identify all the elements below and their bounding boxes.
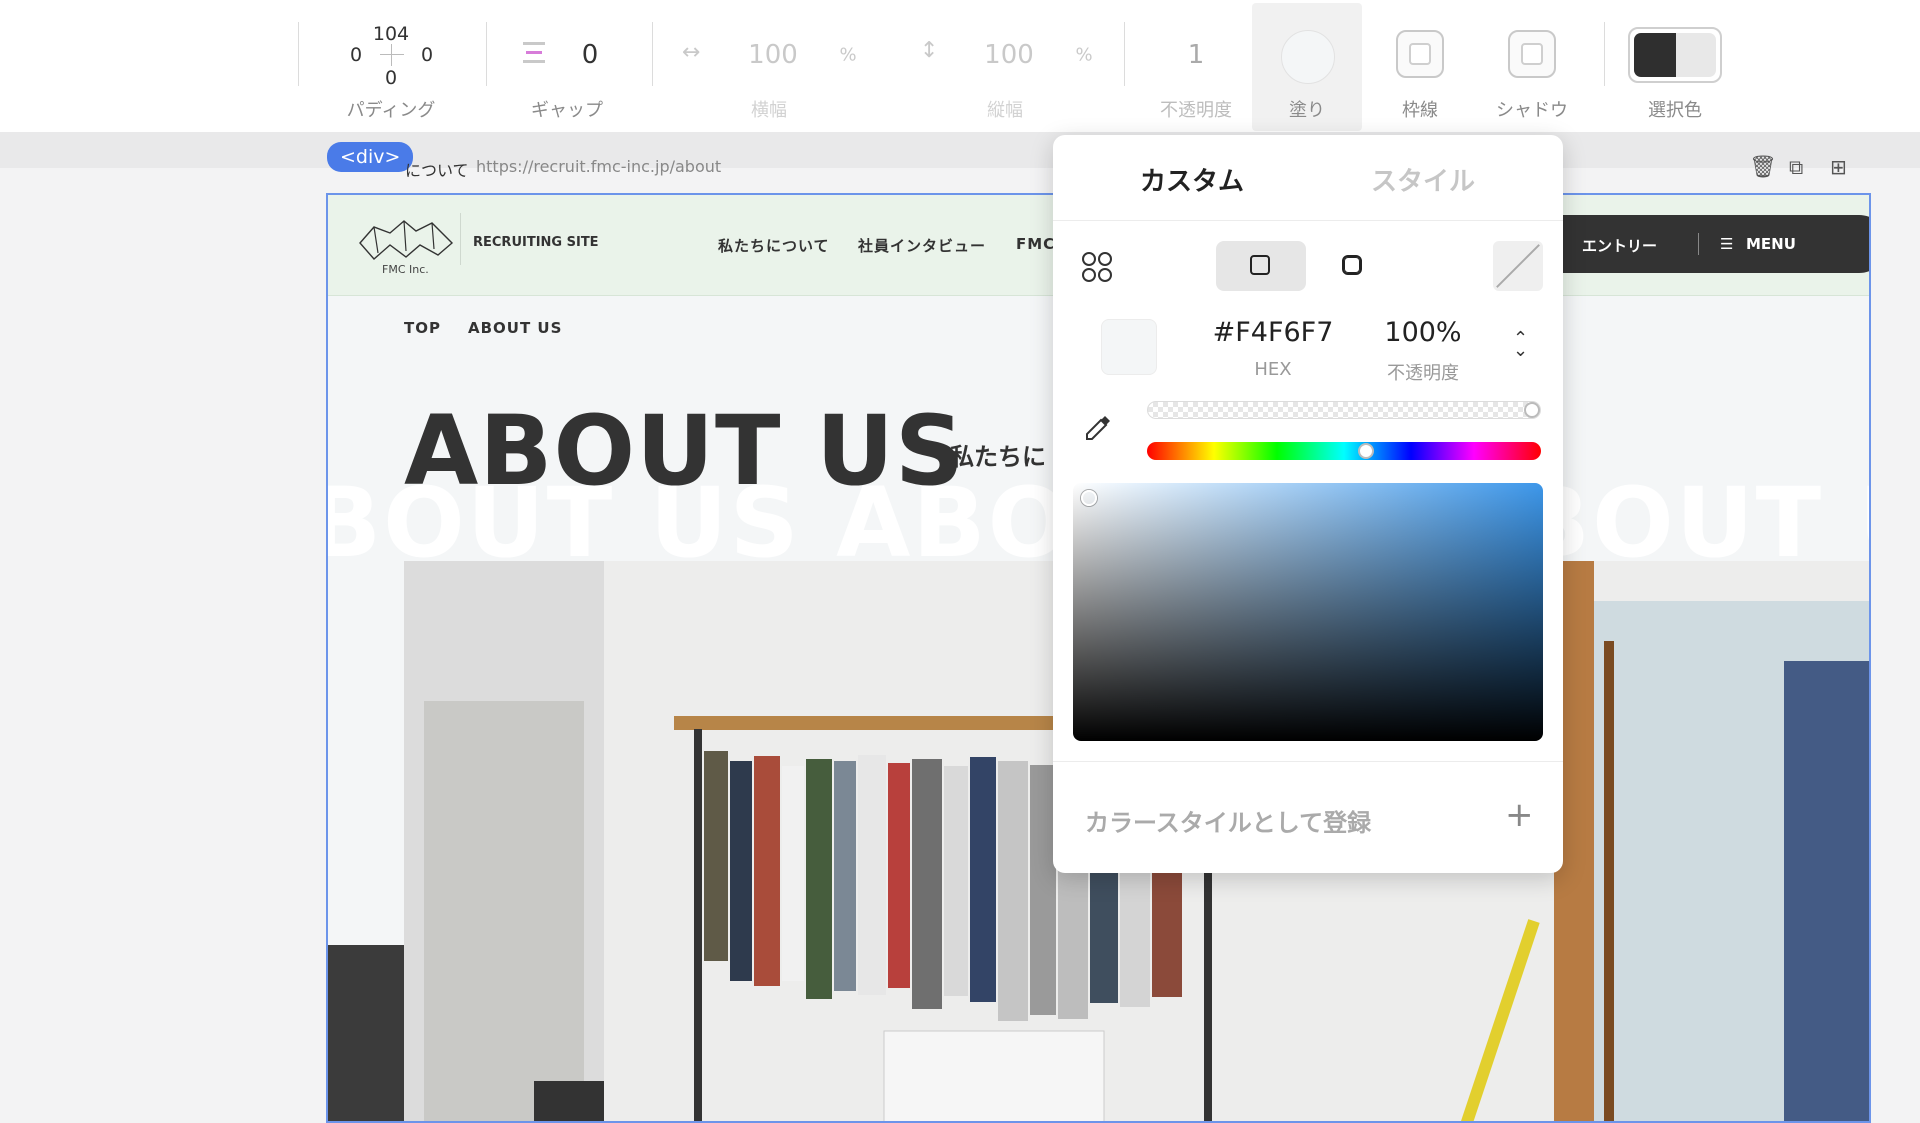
duplicate-icon[interactable]: ⧉ xyxy=(1789,155,1803,179)
add-element-icon[interactable]: ⊞ xyxy=(1830,155,1847,179)
fill-swatch[interactable] xyxy=(1281,30,1335,84)
eyedropper-icon[interactable] xyxy=(1083,413,1113,443)
gap-icon xyxy=(523,42,545,64)
padding-left-value[interactable]: 0 xyxy=(350,44,362,66)
nav-interview[interactable]: 社員インタビュー xyxy=(858,235,986,256)
height-arrows-icon: ↕ xyxy=(920,38,939,63)
shadow-icon xyxy=(1521,43,1543,65)
page-name: について xyxy=(405,161,469,180)
gap-value[interactable]: 0 xyxy=(582,40,599,70)
opacity-label: 不透明度 xyxy=(1387,363,1459,384)
dark-side-block xyxy=(328,945,404,1121)
selected-color-dark-half xyxy=(1634,33,1676,77)
picker-divider xyxy=(1053,761,1563,762)
page-subtitle: 私たちに xyxy=(950,443,1046,471)
page-url[interactable]: https://recruit.fmc-inc.jp/about xyxy=(476,157,721,176)
element-tag-badge[interactable]: <div> xyxy=(327,142,414,172)
shadow-label: シャドウ xyxy=(1496,100,1568,121)
toolbar-divider xyxy=(298,22,299,86)
padding-cross-icon xyxy=(380,54,404,55)
color-picker-popover: カスタム スタイル #F4F6F7 HEX 100% 不透明度 ⌃ ⌄ カラースタ… xyxy=(1053,135,1563,873)
height-value[interactable]: 100 xyxy=(984,40,1034,70)
toolbar-divider xyxy=(1124,22,1125,86)
gradient-fill-button[interactable] xyxy=(1308,241,1398,291)
height-unit[interactable]: % xyxy=(1075,45,1092,66)
padding-label: パディング xyxy=(346,100,436,121)
breadcrumb-top[interactable]: TOP xyxy=(404,319,441,337)
solid-square-icon xyxy=(1250,255,1270,275)
padding-right-value[interactable]: 0 xyxy=(421,44,433,66)
color-preview-swatch xyxy=(1101,319,1157,375)
opacity-label: 不透明度 xyxy=(1160,100,1232,121)
solid-fill-button[interactable] xyxy=(1216,241,1306,291)
height-label: 縦幅 xyxy=(987,100,1023,121)
pill-divider xyxy=(1698,233,1699,255)
hex-input[interactable]: #F4F6F7 xyxy=(1213,317,1334,348)
toolbar-divider xyxy=(1604,22,1605,86)
fill-label: 塗り xyxy=(1289,100,1325,121)
padding-top-value[interactable]: 104 xyxy=(373,23,409,45)
saturation-handle[interactable] xyxy=(1081,490,1097,506)
toolbar-divider xyxy=(652,22,653,86)
rounded-square-icon xyxy=(1342,255,1362,275)
logo-company-name: FMC Inc. xyxy=(382,263,429,276)
page-title: ABOUT US xyxy=(404,395,966,507)
border-label: 枠線 xyxy=(1402,100,1438,121)
alpha-slider-handle[interactable] xyxy=(1524,402,1540,418)
width-label: 横幅 xyxy=(751,100,787,121)
property-toolbar: 104 0 0 0 パディング 0 ギャップ ↔ 100 % 横幅 ↕ 100 … xyxy=(0,0,1920,133)
padding-bottom-value[interactable]: 0 xyxy=(385,67,397,89)
format-stepper-icon[interactable]: ⌃ ⌄ xyxy=(1513,330,1528,360)
hex-label: HEX xyxy=(1254,359,1292,380)
alpha-slider[interactable] xyxy=(1147,401,1541,419)
opacity-value[interactable]: 1 xyxy=(1188,40,1205,70)
trash-icon[interactable]: 🗑 xyxy=(1749,155,1777,180)
add-icon[interactable]: + xyxy=(1505,795,1534,835)
selected-color-button[interactable] xyxy=(1628,27,1722,83)
no-fill-button[interactable] xyxy=(1493,241,1543,291)
slash-icon xyxy=(1496,244,1540,288)
tab-custom[interactable]: カスタム xyxy=(1140,161,1244,198)
selected-color-light-half xyxy=(1676,33,1716,77)
tab-style[interactable]: スタイル xyxy=(1371,161,1475,198)
opacity-input[interactable]: 100% xyxy=(1384,317,1461,348)
menu-icon[interactable]: ☰ xyxy=(1720,235,1733,253)
nav-about[interactable]: 私たちについて xyxy=(718,235,830,256)
hue-slider[interactable] xyxy=(1147,442,1541,460)
border-button[interactable] xyxy=(1396,30,1444,78)
nav-fmc[interactable]: FMC xyxy=(1016,235,1055,253)
header-divider xyxy=(460,213,461,265)
saturation-brightness-field[interactable] xyxy=(1073,483,1543,741)
hue-slider-handle[interactable] xyxy=(1358,443,1374,459)
width-value[interactable]: 100 xyxy=(748,40,798,70)
toolbar-divider xyxy=(486,22,487,86)
element-breadcrumb-bar xyxy=(0,132,1920,168)
recruiting-site-label: RECRUITING SITE xyxy=(473,235,599,250)
palette-grid-icon[interactable] xyxy=(1081,251,1113,283)
entry-link[interactable]: エントリー xyxy=(1582,235,1657,256)
breadcrumb-about: ABOUT US xyxy=(468,319,563,337)
picker-divider xyxy=(1053,220,1563,221)
register-color-style[interactable]: カラースタイルとして登録 xyxy=(1085,803,1371,838)
gap-label: ギャップ xyxy=(531,100,603,121)
border-icon xyxy=(1409,43,1431,65)
menu-button[interactable]: MENU xyxy=(1746,235,1796,253)
selected-color-label: 選択色 xyxy=(1648,100,1702,121)
width-unit[interactable]: % xyxy=(839,45,856,66)
padding-cross-icon-v xyxy=(391,44,392,66)
width-arrows-icon: ↔ xyxy=(682,40,701,65)
shadow-button[interactable] xyxy=(1508,30,1556,78)
